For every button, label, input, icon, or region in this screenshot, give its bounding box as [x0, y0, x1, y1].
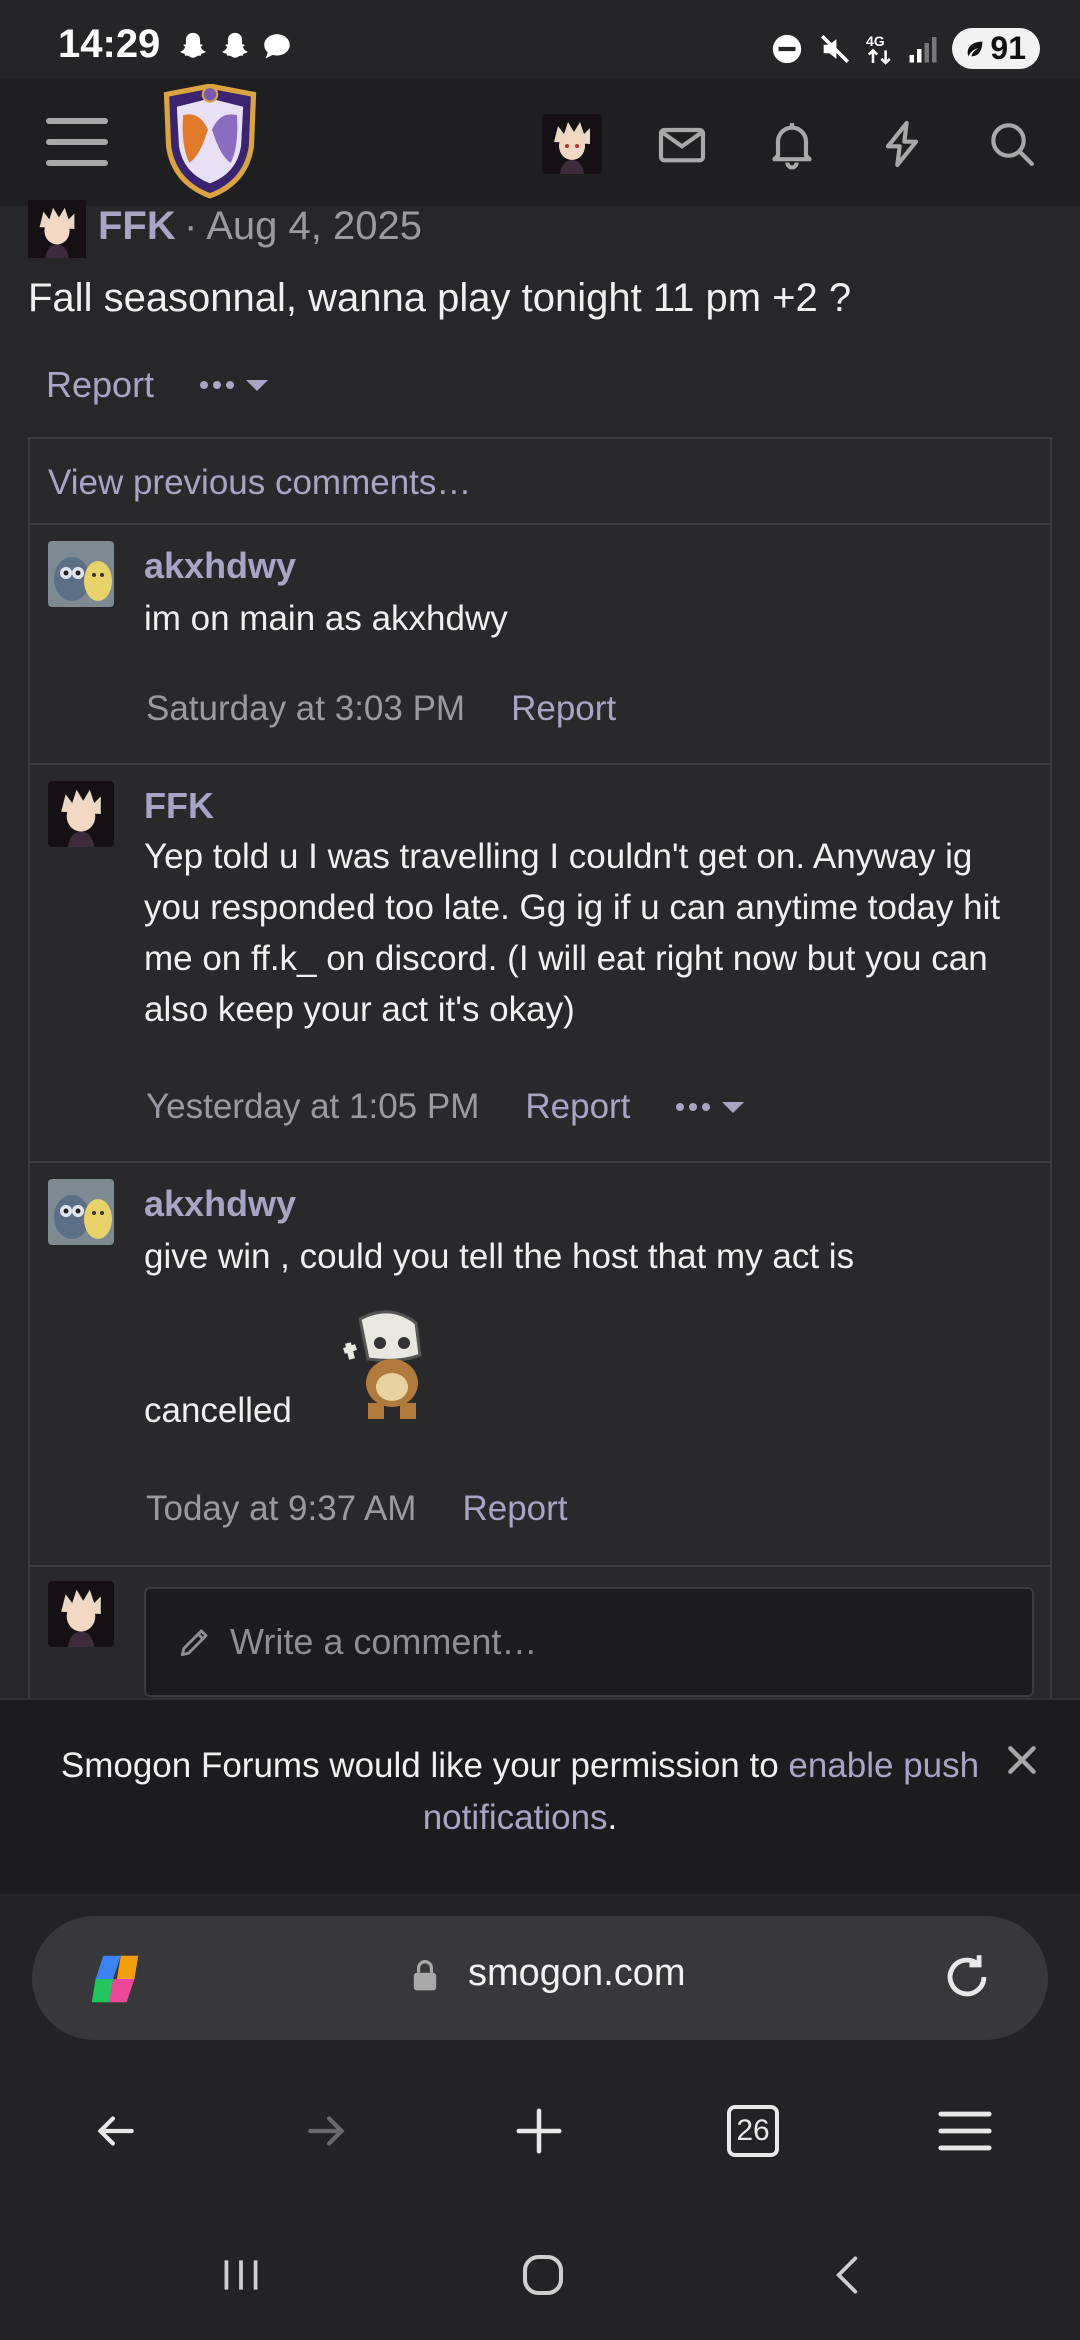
url-text[interactable]: smogon.com — [468, 1952, 686, 1995]
caret-down-icon — [246, 379, 269, 391]
post-date[interactable]: · Aug 4, 2025 — [184, 204, 422, 249]
status-time: 14:29 — [58, 22, 161, 66]
comment-text: give win , could you tell the host that … — [144, 1237, 855, 1276]
comment-report-link[interactable]: Report — [511, 689, 616, 729]
hamburger-icon[interactable] — [46, 118, 108, 166]
bell-icon[interactable] — [764, 116, 820, 172]
write-comment-row: Write a comment… — [30, 1567, 1050, 1703]
pencil-icon — [180, 1629, 208, 1657]
push-notification-notice: Smogon Forums would like your permission… — [0, 1698, 1080, 1894]
notification-icons — [176, 30, 294, 64]
menu-icon — [938, 2111, 992, 2151]
comment-text: Yep told u I was travelling I couldn't g… — [144, 837, 1001, 1029]
plus-icon — [516, 2108, 562, 2154]
recent-apps-icon[interactable] — [216, 2250, 266, 2300]
svg-text:4G: 4G — [866, 33, 885, 49]
post-author-avatar[interactable] — [28, 200, 86, 258]
browser-menu-button[interactable] — [930, 2096, 1000, 2166]
system-navigation-bar — [0, 2224, 1080, 2340]
tabs-count: 26 — [727, 2105, 779, 2157]
do-not-disturb-icon — [773, 34, 802, 63]
notice-text-after: . — [607, 1798, 618, 1837]
arrow-left-icon — [97, 2116, 134, 2146]
notice-text-before: Smogon Forums would like your permission… — [60, 1746, 789, 1785]
more-dots-icon — [676, 1103, 711, 1111]
comment-avatar[interactable] — [48, 781, 114, 847]
signal-icon — [909, 36, 937, 62]
new-tab-button[interactable] — [504, 2096, 574, 2166]
post-author[interactable]: FFK — [98, 204, 176, 249]
more-options-menu[interactable] — [200, 379, 269, 391]
more-options-menu[interactable] — [676, 1101, 745, 1113]
comment-item: akxhdwy im on main as akxhdwy Saturday a… — [30, 525, 1050, 765]
comment-time[interactable]: Yesterday at 1:05 PM — [146, 1087, 479, 1127]
system-back-icon[interactable] — [822, 2248, 872, 2302]
lock-icon — [413, 1960, 437, 1991]
comments-section: View previous comments… akxhdwy im on ma… — [28, 437, 1052, 1701]
mail-icon[interactable] — [654, 116, 710, 172]
comment-avatar[interactable] — [48, 541, 114, 607]
app-header — [0, 78, 1080, 206]
cubone-sprite — [343, 1310, 422, 1419]
battery-level: 91 — [990, 30, 1026, 66]
comment-text: im on main as akxhdwy — [144, 599, 508, 638]
post-actions: Report — [46, 364, 269, 406]
comment-text-continued: cancelled — [144, 1391, 292, 1430]
comment-meta: Yesterday at 1:05 PM Report — [146, 1087, 745, 1127]
browser-toolbar: smogon.com 26 — [0, 1894, 1080, 2340]
back-button[interactable] — [80, 2096, 150, 2166]
reload-icon[interactable] — [938, 1948, 996, 2006]
current-user-avatar — [48, 1581, 114, 1647]
snapchat-icon — [222, 32, 248, 58]
tabs-button[interactable]: 26 — [718, 2096, 788, 2166]
post-body: Fall seasonnal, wanna play tonight 11 pm… — [28, 276, 852, 320]
comment-author[interactable]: akxhdwy — [144, 545, 296, 587]
chat-bubble-icon — [264, 34, 290, 59]
comment-item: FFK Yep told u I was travelling I couldn… — [30, 765, 1050, 1163]
comment-report-link[interactable]: Report — [525, 1087, 630, 1127]
bolt-icon[interactable] — [874, 116, 930, 172]
comment-meta: Saturday at 3:03 PM Report — [146, 689, 616, 729]
comment-author[interactable]: akxhdwy — [144, 1183, 296, 1225]
comment-time[interactable]: Today at 9:37 AM — [146, 1489, 416, 1529]
close-icon[interactable] — [1002, 1740, 1042, 1780]
write-comment-input[interactable]: Write a comment… — [144, 1587, 1034, 1697]
view-previous-label[interactable]: View previous comments… — [48, 463, 471, 503]
leaf-icon — [968, 41, 983, 56]
status-bar: 14:29 4G 91 — [0, 0, 1080, 78]
battery-indicator: 91 — [952, 28, 1040, 69]
write-comment-placeholder: Write a comment… — [230, 1621, 538, 1662]
system-status-icons: 4G 91 — [770, 28, 1040, 69]
browser-nav-row: 26 — [0, 2064, 1080, 2194]
comment-time[interactable]: Saturday at 3:03 PM — [146, 689, 465, 729]
more-dots-icon — [200, 381, 235, 389]
mute-icon — [821, 34, 850, 63]
caret-down-icon — [722, 1101, 745, 1113]
comment-report-link[interactable]: Report — [462, 1489, 567, 1529]
view-previous-comments[interactable]: View previous comments… — [30, 439, 1050, 525]
comment-author[interactable]: FFK — [144, 785, 214, 827]
comment-avatar[interactable] — [48, 1179, 114, 1245]
network-4g-icon: 4G — [866, 33, 892, 65]
snapchat-icon — [180, 32, 206, 58]
notice-text: Smogon Forums would like your permission… — [60, 1740, 980, 1844]
copilot-icon[interactable] — [84, 1948, 146, 2010]
forward-button[interactable] — [292, 2096, 362, 2166]
post-report-link[interactable]: Report — [46, 364, 154, 406]
arrow-right-icon — [308, 2116, 345, 2146]
search-icon[interactable] — [984, 116, 1040, 172]
comment-item: akxhdwy give win , could you tell the ho… — [30, 1163, 1050, 1567]
user-avatar[interactable] — [542, 114, 602, 174]
smogon-logo[interactable] — [158, 84, 262, 200]
address-bar[interactable]: smogon.com — [32, 1916, 1048, 2040]
home-icon[interactable] — [516, 2248, 570, 2302]
comment-meta: Today at 9:37 AM Report — [146, 1489, 568, 1529]
